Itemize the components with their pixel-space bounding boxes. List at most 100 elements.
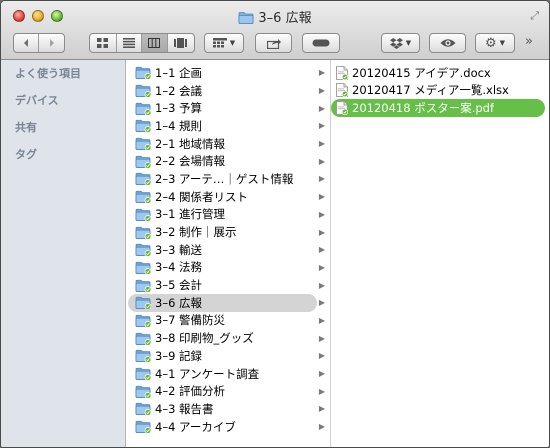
folder-label: 2–2 会場情報: [155, 154, 226, 169]
window-title: 3–6 広報: [1, 7, 549, 26]
folder-row[interactable]: 2–1 地域情報 ▶: [126, 135, 330, 153]
folder-row[interactable]: 1–4 規則 ▶: [126, 117, 330, 135]
folder-synced-icon: [135, 172, 152, 187]
disclosure-arrow-icon: ▶: [318, 315, 325, 325]
file-label: 20120415 アイデア.docx: [352, 65, 491, 80]
chevron-down-icon: ▼: [499, 39, 506, 47]
folder-label: 3–4 法務: [155, 260, 203, 275]
arrange-button[interactable]: ▼: [204, 33, 244, 53]
folder-synced-icon: [135, 226, 152, 240]
quicklook-button[interactable]: [429, 33, 466, 53]
file-row[interactable]: 20120418 ポスター案.pdf: [331, 99, 545, 117]
file-label: 20120418 ポスター案.pdf: [352, 100, 494, 115]
folder-row[interactable]: 1–3 予算 ▶: [126, 99, 330, 117]
document-synced-icon: [336, 83, 349, 98]
folder-synced-icon: [135, 155, 152, 169]
folder-row[interactable]: 2–2 会場情報 ▶: [126, 152, 330, 170]
folder-row[interactable]: 3–9 記録 ▶: [126, 347, 330, 365]
folder-label: 4–1 アンケート調査: [155, 366, 260, 381]
disclosure-arrow-icon: ▶: [318, 351, 325, 361]
folder-row[interactable]: 4–2 評価分析 ▶: [126, 382, 330, 400]
folder-label: 3–9 記録: [155, 348, 203, 363]
chevron-right-icon: [49, 39, 54, 47]
folder-row[interactable]: 3–3 輸送 ▶: [126, 241, 330, 259]
folder-row[interactable]: 4–4 アーカイブ ▶: [126, 418, 330, 436]
finder-window: 3–6 広報 ⤢ ▼ ▼ ⚙ ▼ » よく使う項目 デバイス 共有 タグ 1–1…: [0, 0, 550, 448]
share-button[interactable]: [255, 33, 292, 53]
action-menu-button[interactable]: ⚙ ▼: [475, 33, 515, 53]
disclosure-arrow-icon: ▶: [318, 369, 325, 379]
folder-synced-icon: [135, 367, 152, 381]
sidebar-section-devices[interactable]: デバイス: [1, 87, 125, 114]
disclosure-arrow-icon: ▶: [318, 174, 325, 184]
tag-pill-icon: [312, 39, 330, 47]
window-title-label: 3–6 広報: [258, 11, 312, 26]
folder-synced-icon: [135, 420, 152, 434]
tag-button[interactable]: [302, 33, 340, 53]
folder-label: 3–6 広報: [155, 295, 203, 310]
folder-row[interactable]: 3–5 会計 ▶: [126, 276, 330, 294]
folder-row[interactable]: 3–7 警備防災 ▶: [126, 312, 330, 330]
folder-label: 3–3 輸送: [155, 242, 203, 257]
folder-label: 1–1 企画: [155, 65, 203, 80]
list-view-icon: [122, 38, 135, 48]
file-column: 20120415 アイデア.docx 20120417 メディア一覧.xlsx 20…: [331, 60, 549, 447]
folder-row[interactable]: 4–3 報告書 ▶: [126, 400, 330, 418]
list-view-button[interactable]: [117, 34, 143, 52]
folder-row[interactable]: 3–1 進行管理 ▶: [126, 206, 330, 224]
view-mode-control: [89, 33, 195, 53]
file-row[interactable]: 20120417 メディア一覧.xlsx: [331, 82, 549, 100]
folder-synced-icon: [135, 279, 152, 293]
folder-label: 3–2 制作｜展示: [155, 225, 237, 240]
folder-row[interactable]: 3–4 法務 ▶: [126, 259, 330, 277]
folder-row[interactable]: 3–8 印刷物_グッズ ▶: [126, 329, 330, 347]
sidebar: よく使う項目 デバイス 共有 タグ: [1, 60, 126, 447]
toolbar-overflow-button[interactable]: »: [525, 34, 533, 49]
folder-row[interactable]: 2–3 アーテ…｜ゲスト情報 ▶: [126, 170, 330, 188]
folder-label: 2–4 関係者リスト: [155, 189, 249, 204]
disclosure-arrow-icon: ▶: [318, 121, 325, 131]
disclosure-arrow-icon: ▶: [318, 156, 325, 166]
folder-label: 2–1 地域情報: [155, 136, 226, 151]
folder-row[interactable]: 1–1 企画 ▶: [126, 64, 330, 82]
folder-synced-icon: [135, 119, 152, 134]
sidebar-section-shared[interactable]: 共有: [1, 114, 125, 141]
dropbox-button[interactable]: ▼: [381, 33, 420, 53]
folder-label: 1–4 規則: [155, 118, 203, 133]
folder-row[interactable]: 3–6 広報 ▶: [128, 293, 325, 312]
back-button[interactable]: [14, 34, 40, 52]
folder-synced-icon: [135, 243, 152, 258]
folder-synced-icon: [135, 402, 152, 417]
folder-synced-icon: [135, 349, 152, 364]
disclosure-arrow-icon: ▶: [318, 298, 325, 308]
folder-row[interactable]: 3–2 制作｜展示 ▶: [126, 223, 330, 241]
folder-label: 4–4 アーカイブ: [155, 419, 236, 434]
disclosure-arrow-icon: ▶: [318, 139, 325, 149]
file-list: 20120415 アイデア.docx 20120417 メディア一覧.xlsx 20…: [331, 60, 549, 117]
grid-arrange-icon: [212, 38, 227, 48]
forward-button[interactable]: [39, 34, 64, 52]
disclosure-arrow-icon: ▶: [318, 333, 325, 343]
disclosure-arrow-icon: ▶: [318, 422, 325, 432]
sidebar-section-tags[interactable]: タグ: [1, 141, 125, 168]
folder-row[interactable]: 4–1 アンケート調査 ▶: [126, 365, 330, 383]
coverflow-view-button[interactable]: [168, 34, 194, 52]
icon-view-button[interactable]: [90, 34, 117, 52]
file-label: 20120417 メディア一覧.xlsx: [352, 83, 509, 98]
disclosure-arrow-icon: ▶: [318, 227, 325, 237]
folder-synced-icon: [135, 208, 152, 222]
folder-label: 3–1 進行管理: [155, 207, 226, 222]
share-icon: [266, 38, 281, 49]
folder-synced-icon: [135, 314, 152, 328]
coverflow-view-icon: [174, 38, 188, 48]
sidebar-section-favorites[interactable]: よく使う項目: [1, 60, 125, 87]
folder-row[interactable]: 2–4 関係者リスト ▶: [126, 188, 330, 206]
disclosure-arrow-icon: ▶: [318, 262, 325, 272]
chevron-down-icon: ▼: [405, 39, 412, 47]
folder-row[interactable]: 1–2 会議 ▶: [126, 82, 330, 100]
file-row[interactable]: 20120415 アイデア.docx: [331, 64, 549, 82]
column-view-button[interactable]: [142, 34, 168, 52]
fullscreen-icon[interactable]: ⤢: [530, 9, 539, 23]
disclosure-arrow-icon: ▶: [318, 245, 325, 255]
folder-label: 1–2 会議: [155, 83, 203, 98]
